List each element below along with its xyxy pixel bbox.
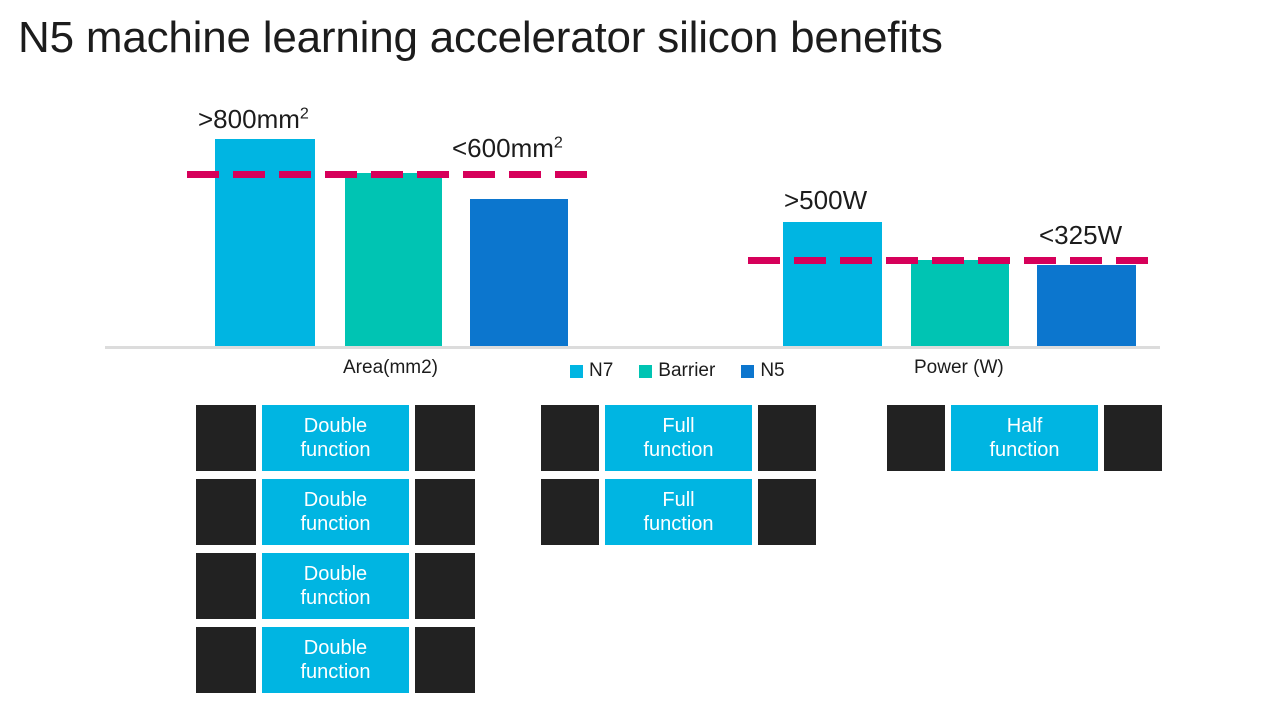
block-dark-right: [415, 627, 475, 693]
block-row: Double function: [196, 479, 475, 545]
block-group-full-function: Full function Full function: [541, 405, 816, 545]
label-area-target: <600mm2: [452, 133, 563, 164]
block-group-half-function: Half function: [887, 405, 1162, 471]
block-dark-right: [415, 553, 475, 619]
block-function-line2: function: [300, 439, 371, 461]
block-function-line1: Half: [1006, 414, 1043, 437]
bar-power-barrier: [911, 260, 1009, 346]
label-area-target-sup: 2: [553, 133, 563, 152]
target-line-power: [748, 257, 1160, 264]
block-function-line1: Double: [303, 414, 368, 437]
block-function-line2: function: [300, 587, 371, 609]
block-dark-left: [887, 405, 945, 471]
legend-label-barrier: Barrier: [658, 360, 716, 381]
block-row: Full function: [541, 479, 816, 545]
block-function[interactable]: Double function: [262, 479, 409, 545]
block-function[interactable]: Double function: [262, 405, 409, 471]
bar-area-n5: [470, 199, 568, 346]
block-function-line2: function: [300, 513, 371, 535]
block-function-line1: Double: [303, 562, 368, 585]
block-dark-left: [541, 405, 599, 471]
label-area-target-text: <600mm: [452, 133, 554, 163]
block-dark-right: [1104, 405, 1162, 471]
bar-power-n7: [783, 222, 882, 346]
block-function-line1: Double: [303, 488, 368, 511]
block-row: Double function: [196, 627, 475, 693]
block-row: Full function: [541, 405, 816, 471]
legend-item-barrier[interactable]: Barrier: [639, 360, 715, 382]
block-diagram: Double function Double function Double f…: [0, 392, 1278, 718]
block-row: Double function: [196, 553, 475, 619]
block-dark-left: [196, 405, 256, 471]
block-group-double-function: Double function Double function Double f…: [196, 405, 475, 693]
axis-label-power: Power (W): [914, 357, 1004, 378]
legend-swatch-barrier-icon: [639, 364, 653, 378]
label-power-target: <325W: [1039, 220, 1123, 250]
block-dark-right: [758, 479, 816, 545]
bar-area-barrier: [345, 173, 442, 346]
block-function-line1: Full: [662, 414, 695, 437]
block-function-line2: function: [300, 661, 371, 683]
block-dark-left: [196, 479, 256, 545]
chart-axis-baseline: [105, 346, 1160, 349]
block-row: Double function: [196, 405, 475, 471]
block-function-line1: Double: [303, 636, 368, 659]
legend-label-n5: N5: [760, 360, 785, 381]
block-function[interactable]: Double function: [262, 553, 409, 619]
target-line-area: [187, 171, 597, 178]
bar-power-n5: [1037, 265, 1136, 346]
block-function[interactable]: Full function: [605, 405, 752, 471]
legend-label-n7: N7: [589, 360, 614, 381]
label-area-n7-sup: 2: [299, 104, 309, 123]
label-area-n7-text: >800mm: [198, 104, 300, 134]
block-function-line2: function: [989, 439, 1060, 461]
legend-swatch-n7-icon: [570, 364, 583, 378]
block-function-line2: function: [643, 439, 714, 461]
block-function[interactable]: Half function: [951, 405, 1098, 471]
block-function-line2: function: [643, 513, 714, 535]
label-power-n7: >500W: [784, 185, 868, 215]
block-function-line1: Full: [662, 488, 695, 511]
block-function[interactable]: Full function: [605, 479, 752, 545]
block-dark-right: [415, 479, 475, 545]
legend-item-n7[interactable]: N7: [570, 360, 613, 382]
chart-area: >800mm2 <600mm2 >500W <325W Area(mm2) Po…: [0, 0, 1278, 392]
chart-legend: N7 Barrier N5: [570, 360, 785, 382]
block-row: Half function: [887, 405, 1162, 471]
block-dark-left: [541, 479, 599, 545]
label-area-n7: >800mm2: [198, 104, 309, 135]
legend-item-n5[interactable]: N5: [741, 360, 785, 382]
block-dark-left: [196, 627, 256, 693]
block-dark-right: [758, 405, 816, 471]
block-dark-left: [196, 553, 256, 619]
block-dark-right: [415, 405, 475, 471]
legend-swatch-n5-icon: [741, 364, 755, 378]
axis-label-area: Area(mm2): [343, 357, 439, 378]
block-function[interactable]: Double function: [262, 627, 409, 693]
